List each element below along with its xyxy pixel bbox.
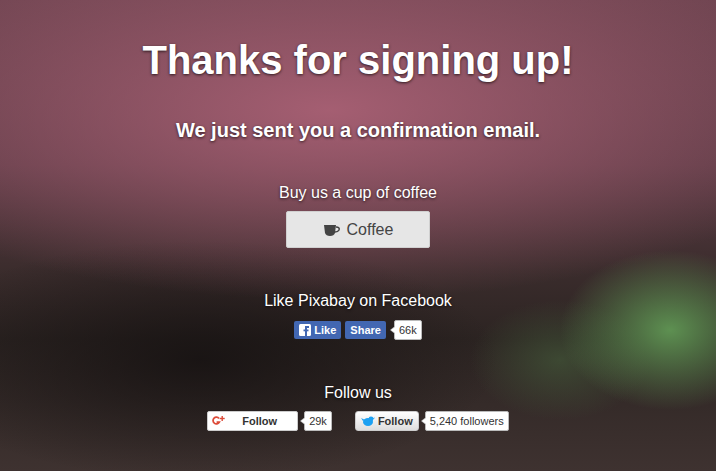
facebook-count: 66k bbox=[394, 320, 422, 340]
google-plus-follow: Follow 29k bbox=[207, 411, 332, 431]
twitter-follow: Follow 5,240 followers bbox=[355, 411, 509, 431]
facebook-share-button[interactable]: Share bbox=[345, 321, 386, 339]
facebook-like-button[interactable]: Like bbox=[294, 321, 341, 339]
twitter-follow-button[interactable]: Follow bbox=[355, 411, 419, 431]
coffee-button-label: Coffee bbox=[347, 221, 394, 239]
google-plus-count: 29k bbox=[304, 411, 332, 431]
facebook-logo-icon bbox=[299, 324, 311, 336]
follow-buttons: Follow 29k Follow 5,240 followers bbox=[207, 411, 508, 431]
twitter-count: 5,240 followers bbox=[425, 411, 509, 431]
twitter-follow-label: Follow bbox=[378, 415, 413, 427]
coffee-button[interactable]: Coffee bbox=[286, 211, 430, 248]
share-label: Share bbox=[350, 324, 381, 336]
google-plus-icon bbox=[212, 415, 226, 427]
google-plus-follow-label: Follow bbox=[242, 415, 277, 427]
coffee-cup-icon bbox=[323, 223, 341, 237]
google-plus-follow-button[interactable]: Follow bbox=[207, 411, 298, 431]
facebook-label: Like Pixabay on Facebook bbox=[264, 291, 452, 311]
facebook-buttons: Like Share 66k bbox=[294, 320, 421, 340]
twitter-bird-icon bbox=[361, 415, 375, 427]
signup-confirmation: Thanks for signing up! We just sent you a… bbox=[0, 0, 716, 471]
subtitle: We just sent you a confirmation email. bbox=[176, 118, 540, 142]
coffee-label: Buy us a cup of coffee bbox=[279, 183, 437, 203]
page-title: Thanks for signing up! bbox=[142, 37, 573, 83]
follow-label: Follow us bbox=[324, 383, 392, 403]
like-label: Like bbox=[314, 324, 336, 336]
